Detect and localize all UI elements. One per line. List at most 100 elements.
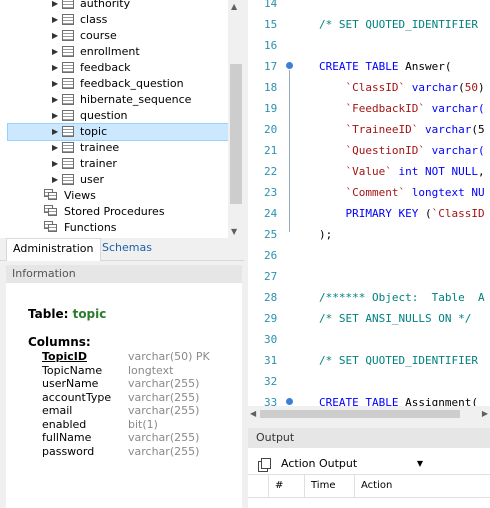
code-line[interactable]: 16 <box>248 35 490 56</box>
scroll-left-icon[interactable]: ◀ <box>250 409 256 418</box>
table-icon <box>62 142 74 153</box>
expand-arrow-icon[interactable]: ▶ <box>52 108 62 124</box>
expand-arrow-icon[interactable]: ▶ <box>52 0 62 12</box>
fold-region-line <box>289 70 290 232</box>
code-line[interactable]: 24 PRIMARY KEY (`ClassID <box>248 203 490 224</box>
code-line[interactable]: 32 <box>248 371 490 392</box>
code-line[interactable]: 14 <box>248 0 490 14</box>
line-number: 20 <box>264 123 278 136</box>
column-header-action[interactable]: Action <box>354 475 490 497</box>
column-name: accountType <box>42 390 112 404</box>
group-node-stored-procedures[interactable]: Stored Procedures <box>44 204 165 220</box>
expand-arrow-icon[interactable]: ▶ <box>52 12 62 28</box>
line-number: 16 <box>264 39 278 52</box>
table-node-feedback[interactable]: ▶ feedback <box>52 60 131 76</box>
folder-icon <box>44 189 58 201</box>
code-line[interactable]: 26 <box>248 245 490 266</box>
expand-arrow-icon[interactable]: ▶ <box>52 44 62 60</box>
column-name: enabled <box>42 417 87 431</box>
sql-editor[interactable]: 14 15 /* SET QUOTED_IDENTIFIER 16 17 CREATE T… <box>248 0 490 406</box>
expand-arrow-icon[interactable]: ▶ <box>52 124 62 140</box>
expand-arrow-icon[interactable]: ▶ <box>52 92 62 108</box>
column-type: varchar(255) <box>128 404 200 417</box>
group-node-functions[interactable]: Functions <box>44 220 117 236</box>
table-node-trainee[interactable]: ▶ trainee <box>52 140 119 156</box>
column-header-time[interactable]: Time <box>304 475 354 497</box>
code-line[interactable]: 23 `Comment` longtext NU <box>248 182 490 203</box>
code-line[interactable]: 22 `Value` int NOT NULL, <box>248 161 490 182</box>
column-info-row: TopicID varchar(50) PK <box>42 350 242 364</box>
code-line[interactable]: 28 /****** Object: Table A <box>248 287 490 308</box>
column-header-num[interactable]: # <box>268 475 304 497</box>
table-icon <box>62 14 74 25</box>
tab-schemas[interactable]: Schemas <box>96 238 158 260</box>
code-line[interactable]: 20 `TraineeID` varchar(5 <box>248 119 490 140</box>
expand-arrow-icon[interactable]: ▶ <box>52 156 62 172</box>
table-node-class[interactable]: ▶ class <box>52 12 107 28</box>
column-info-row: enabled bit(1) <box>42 418 242 432</box>
code-line[interactable]: 15 /* SET QUOTED_IDENTIFIER <box>248 14 490 35</box>
table-node-label: trainer <box>80 157 117 170</box>
table-node-user[interactable]: ▶ user <box>52 172 104 188</box>
expand-arrow-icon[interactable]: ▶ <box>52 60 62 76</box>
table-icon <box>62 0 74 9</box>
tree-scroll-thumb[interactable] <box>230 64 242 204</box>
code-line[interactable]: 29 /* SET ANSI_NULLS ON */ <box>248 308 490 329</box>
copy-icon[interactable] <box>258 458 271 472</box>
table-icon <box>62 94 74 105</box>
tab-administration[interactable]: Administration <box>6 238 101 261</box>
line-number: 26 <box>264 249 278 262</box>
code-text: ); <box>319 228 333 241</box>
scroll-down-icon[interactable]: ▼ <box>231 227 237 236</box>
scroll-up-icon[interactable]: ▲ <box>231 2 237 11</box>
editor-horizontal-scrollbar[interactable]: ◀ ▶ <box>248 406 490 422</box>
scroll-right-icon[interactable]: ▶ <box>482 409 488 418</box>
navigator-tabs: Administration Schemas <box>0 238 244 261</box>
table-node-label: question <box>80 109 128 122</box>
table-node-label: enrollment <box>80 45 140 58</box>
expand-arrow-icon[interactable]: ▶ <box>52 172 62 188</box>
table-icon <box>62 158 74 169</box>
line-number: 18 <box>264 81 278 94</box>
table-node-authority[interactable]: ▶ authority <box>52 0 130 12</box>
folder-icon <box>44 221 58 233</box>
code-text: `Value` int NOT NULL, <box>345 165 485 178</box>
code-line[interactable]: 18 `ClassID` varchar(50) <box>248 77 490 98</box>
code-line[interactable]: 21 `QuestionID` varchar( <box>248 140 490 161</box>
expand-arrow-icon[interactable]: ▶ <box>52 140 62 156</box>
expand-arrow-icon[interactable]: ▶ <box>52 28 62 44</box>
output-type-value: Action Output <box>281 457 358 470</box>
code-line[interactable]: 33 CREATE TABLE Assignment( <box>248 392 490 406</box>
line-number: 30 <box>264 333 278 346</box>
editor-scroll-thumb[interactable] <box>260 410 460 418</box>
tree-vertical-scrollbar[interactable]: ▲ ▼ <box>228 0 244 238</box>
table-node-enrollment[interactable]: ▶ enrollment <box>52 44 140 60</box>
group-node-views[interactable]: Views <box>44 188 96 204</box>
fold-marker-icon[interactable] <box>286 398 293 405</box>
line-number: 28 <box>264 291 278 304</box>
code-line[interactable]: 30 <box>248 329 490 350</box>
table-node-course[interactable]: ▶ course <box>52 28 117 44</box>
table-node-topic[interactable]: ▶ topic <box>7 123 244 141</box>
column-name: userName <box>42 377 99 390</box>
line-number: 33 <box>264 396 278 406</box>
table-node-trainer[interactable]: ▶ trainer <box>52 156 117 172</box>
output-type-select[interactable]: Action Output ▼ <box>276 454 428 472</box>
column-name: TopicID <box>42 350 87 363</box>
output-panel-header: Output <box>248 428 490 448</box>
code-line[interactable]: 27 <box>248 266 490 287</box>
expand-arrow-icon[interactable]: ▶ <box>52 76 62 92</box>
table-node-question[interactable]: ▶ question <box>52 108 128 124</box>
code-line[interactable]: 19 `FeedbackID` varchar( <box>248 98 490 119</box>
line-number: 17 <box>264 60 278 73</box>
code-text: `Comment` longtext NU <box>345 186 485 199</box>
table-node-feedback-question[interactable]: ▶ feedback_question <box>52 76 184 92</box>
column-info-row: TopicName longtext <box>42 364 242 378</box>
code-line[interactable]: 25); <box>248 224 490 245</box>
code-text: `FeedbackID` varchar( <box>345 102 485 115</box>
table-node-hibernate-sequence[interactable]: ▶ hibernate_sequence <box>52 92 191 108</box>
line-number: 31 <box>264 354 278 367</box>
code-line[interactable]: 17 CREATE TABLE Answer( <box>248 56 490 77</box>
code-line[interactable]: 31 /* SET QUOTED_IDENTIFIER <box>248 350 490 371</box>
fold-marker-icon[interactable] <box>286 62 293 69</box>
